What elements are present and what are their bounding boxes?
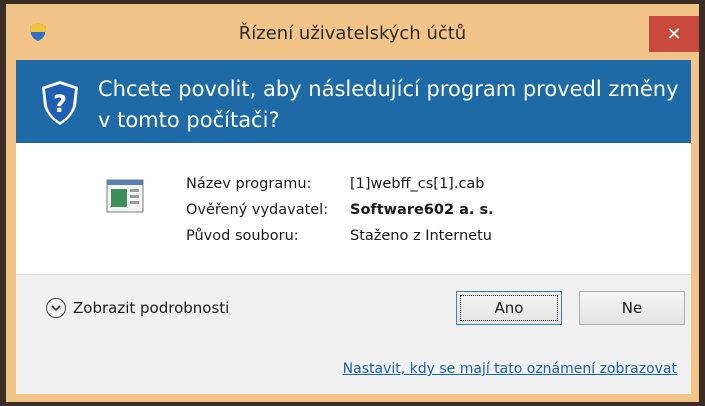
- close-icon: ✕: [666, 23, 682, 45]
- yes-button[interactable]: Ano: [456, 291, 562, 325]
- close-button[interactable]: ✕: [649, 16, 699, 52]
- file-origin-label: Původ souboru:: [186, 228, 299, 244]
- dialog-content: ? Chcete povolit, aby následující progra…: [16, 60, 691, 394]
- publisher-label: Ověřený vydavatel:: [186, 202, 329, 218]
- dialog-footer: Zobrazit podrobnosti Ano Ne Nastavit, kd…: [16, 274, 691, 394]
- no-button-label: Ne: [621, 299, 643, 317]
- program-icon: [106, 179, 144, 213]
- notification-settings-link[interactable]: Nastavit, kdy se mají tato oznámení zobr…: [343, 361, 677, 377]
- program-name-label: Název programu:: [186, 176, 312, 192]
- program-details: Název programu: [1]webff_cs[1].cab Ověře…: [16, 143, 691, 274]
- show-details-toggle[interactable]: Zobrazit podrobnosti: [46, 295, 229, 321]
- program-name-value: [1]webff_cs[1].cab: [350, 176, 485, 192]
- show-details-label: Zobrazit podrobnosti: [73, 299, 230, 317]
- prompt-header: ? Chcete povolit, aby následující progra…: [16, 60, 691, 143]
- chevron-down-icon: [46, 298, 66, 318]
- window-title: Řízení uživatelských účtů: [238, 23, 467, 44]
- file-origin-value: Staženo z Internetu: [350, 228, 492, 244]
- prompt-question: Chcete povolit, aby následující program …: [98, 77, 679, 132]
- uac-shield-question-icon: ?: [42, 81, 78, 125]
- publisher-value: Software602 a. s.: [350, 202, 494, 218]
- title-bar: Řízení uživatelských účtů ✕: [6, 4, 699, 56]
- uac-dialog: Řízení uživatelských účtů ✕ ? Chcete pov…: [6, 4, 699, 402]
- svg-text:?: ?: [53, 90, 67, 118]
- focus-rectangle: [460, 295, 558, 321]
- no-button[interactable]: Ne: [579, 291, 685, 325]
